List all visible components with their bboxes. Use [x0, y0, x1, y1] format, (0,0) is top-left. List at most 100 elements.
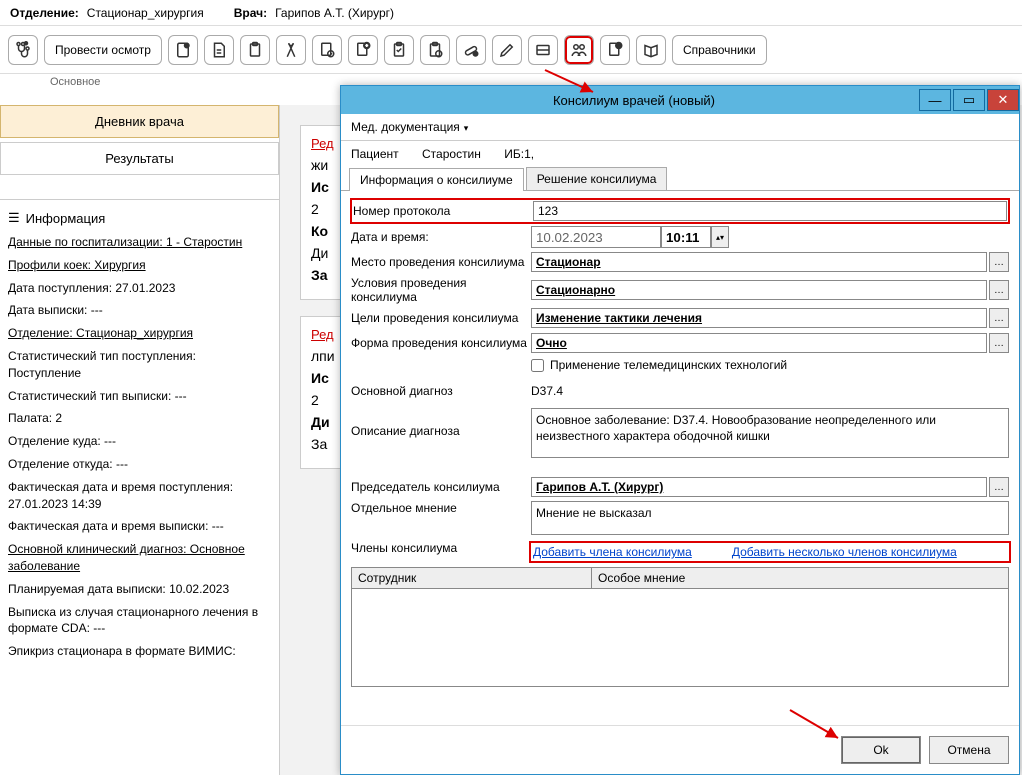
dept-value: Стационар_хирургия — [87, 6, 204, 20]
goals-label: Цели проведения консилиума — [351, 311, 531, 325]
diagnosis-row: Основной диагноз D37.4 — [351, 380, 1009, 402]
info-line-9: Отделение откуда: --- — [8, 456, 271, 473]
references-label: Справочники — [683, 43, 756, 57]
diagnosis-label: Основной диагноз — [351, 384, 531, 398]
ok-button[interactable]: Ok — [841, 736, 921, 764]
chairman-picker[interactable]: … — [989, 477, 1009, 497]
examine-label: Провести осмотр — [55, 43, 151, 57]
telemedicine-checkbox[interactable] — [531, 359, 544, 372]
close-button[interactable]: ✕ — [987, 89, 1019, 111]
info-line-2: Дата поступления: 27.01.2023 — [8, 280, 271, 297]
consilium-modal: Консилиум врачей (новый) — ▭ ✕ Мед. доку… — [340, 85, 1020, 775]
chairman-label: Председатель консилиума — [351, 480, 531, 494]
patient-name: Старостин — [422, 147, 481, 161]
modal-tabs: Информация о консилиуме Решение консилиу… — [341, 167, 1019, 190]
doc-plus-icon[interactable] — [348, 35, 378, 65]
modal-body: Номер протокола Дата и время: ▴▾ Место п… — [341, 190, 1019, 725]
protocol-input[interactable] — [533, 201, 1007, 221]
doctor-label: Врач: — [234, 6, 267, 20]
ribbon-icon[interactable] — [276, 35, 306, 65]
chairman-value[interactable]: Гарипов А.Т. (Хирург) — [531, 477, 987, 497]
col-employee: Сотрудник — [352, 568, 592, 588]
datetime-row: Дата и время: ▴▾ — [351, 226, 1009, 248]
telemedicine-row: Применение телемедицинских технологий — [531, 358, 1009, 372]
info-panel: ☰ Информация Данные по госпитализации: 1… — [0, 199, 279, 769]
stethoscope-icon[interactable] — [8, 35, 38, 65]
opinion-row: Отдельное мнение Мнение не высказал — [351, 501, 1009, 535]
tab-diary[interactable]: Дневник врача — [0, 105, 279, 138]
datetime-label: Дата и время: — [351, 230, 531, 244]
doc2-icon[interactable] — [204, 35, 234, 65]
patient-row: Пациент Старостин ИБ:1, — [341, 141, 1019, 167]
med-doc-menu[interactable]: Мед. документация▾ — [351, 120, 468, 134]
place-row: Место проведения консилиума Стационар … — [351, 251, 1009, 273]
info-line-10: Фактическая дата и время поступления: 27… — [8, 479, 271, 513]
info-line-1[interactable]: Профили коек: Хирургия — [8, 257, 271, 274]
info-line-14: Выписка из случая стационарного лечения … — [8, 604, 271, 638]
info-line-15: Эпикриз стационара в формате ВИМИС: — [8, 643, 271, 660]
time-input[interactable] — [661, 226, 711, 248]
conditions-picker[interactable]: … — [989, 280, 1009, 300]
tab-results[interactable]: Результаты — [0, 142, 279, 175]
place-label: Место проведения консилиума — [351, 255, 531, 269]
info-line-0[interactable]: Данные по госпитализации: 1 - Старостин — [8, 234, 271, 251]
members-row: Члены консилиума Добавить члена консилиу… — [351, 541, 1009, 563]
doc1-icon[interactable] — [168, 35, 198, 65]
add-members-link[interactable]: Добавить несколько членов консилиума — [732, 545, 957, 559]
clip-check-icon[interactable] — [384, 35, 414, 65]
clipboard-icon[interactable] — [240, 35, 270, 65]
sidebar: Дневник врача Результаты ☰ Информация Да… — [0, 105, 280, 775]
books-icon[interactable] — [636, 35, 666, 65]
protocol-label: Номер протокола — [353, 204, 533, 218]
add-member-link[interactable]: Добавить члена консилиума — [533, 545, 692, 559]
modal-titlebar: Консилиум врачей (новый) — ▭ ✕ — [341, 86, 1019, 114]
ib-label: ИБ:1, — [504, 147, 534, 161]
members-label: Члены консилиума — [351, 541, 531, 555]
diagnosis-desc-label: Описание диагноза — [351, 408, 531, 438]
maximize-button[interactable]: ▭ — [953, 89, 985, 111]
time-spinner[interactable]: ▴▾ — [711, 226, 729, 248]
examine-button[interactable]: Провести осмотр — [44, 35, 162, 65]
consilium-icon[interactable] — [564, 35, 594, 65]
conditions-value[interactable]: Стационарно — [531, 280, 987, 300]
minimize-button[interactable]: — — [919, 89, 951, 111]
pencil-icon[interactable] — [492, 35, 522, 65]
members-links: Добавить члена консилиума Добавить неско… — [531, 543, 1009, 561]
cancel-button[interactable]: Отмена — [929, 736, 1009, 764]
goals-row: Цели проведения консилиума Изменение так… — [351, 307, 1009, 329]
doc-plus2-icon[interactable] — [600, 35, 630, 65]
doc-clock-icon[interactable] — [312, 35, 342, 65]
form-value[interactable]: Очно — [531, 333, 987, 353]
tab-decision[interactable]: Решение консилиума — [526, 167, 668, 190]
info-line-12[interactable]: Основной клинический диагноз: Основное з… — [8, 541, 271, 575]
toolbar: Провести осмотр Справочники — [0, 26, 1022, 74]
references-button[interactable]: Справочники — [672, 35, 767, 65]
form-picker[interactable]: … — [989, 333, 1009, 353]
form-row: Форма проведения консилиума Очно … — [351, 332, 1009, 354]
protocol-row: Номер протокола — [351, 199, 1009, 223]
info-line-4[interactable]: Отделение: Стационар_хирургия — [8, 325, 271, 342]
info-header-text: Информация — [26, 211, 106, 226]
med-doc-label: Мед. документация — [351, 120, 460, 134]
opinion-value[interactable]: Мнение не высказал — [531, 501, 1009, 535]
modal-title: Консилиум врачей (новый) — [351, 93, 917, 108]
scanner-icon[interactable] — [528, 35, 558, 65]
telemedicine-label: Применение телемедицинских технологий — [550, 358, 787, 372]
goals-value[interactable]: Изменение тактики лечения — [531, 308, 987, 328]
goals-picker[interactable]: … — [989, 308, 1009, 328]
conditions-row: Условия проведения консилиума Стационарн… — [351, 276, 1009, 304]
tab-info[interactable]: Информация о консилиуме — [349, 168, 524, 191]
info-line-8: Отделение куда: --- — [8, 433, 271, 450]
members-table-header: Сотрудник Особое мнение — [352, 568, 1008, 589]
date-input[interactable] — [531, 226, 661, 248]
pill-icon[interactable] — [456, 35, 486, 65]
members-table: Сотрудник Особое мнение — [351, 567, 1009, 687]
place-value[interactable]: Стационар — [531, 252, 987, 272]
col-opinion: Особое мнение — [592, 568, 1008, 588]
info-icon: ☰ — [8, 210, 20, 226]
diagnosis-value: D37.4 — [531, 384, 563, 398]
place-picker[interactable]: … — [989, 252, 1009, 272]
diagnosis-desc-value[interactable]: Основное заболевание: D37.4. Новообразов… — [531, 408, 1009, 458]
clip-x-icon[interactable] — [420, 35, 450, 65]
info-line-7: Палата: 2 — [8, 410, 271, 427]
